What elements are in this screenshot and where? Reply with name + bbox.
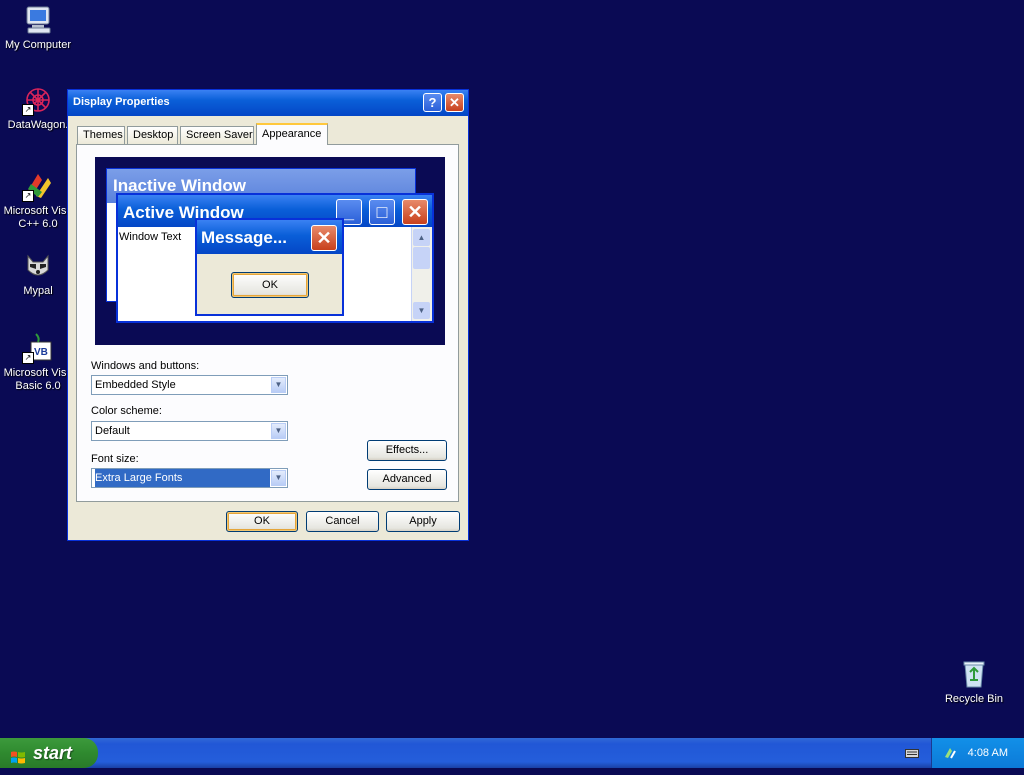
desktop-icon-label: Microsoft Visu	[3, 367, 73, 379]
window-title: Display Properties	[73, 96, 170, 108]
desktop-icon-label: Basic 6.0	[15, 380, 61, 392]
tab-themes[interactable]: Themes	[77, 126, 125, 144]
mypal-raccoon-icon	[22, 250, 54, 282]
windows-buttons-label: Windows and buttons:	[91, 360, 200, 372]
chevron-down-icon[interactable]: ▼	[271, 470, 286, 486]
desktop-icon-label: DataWagon.	[7, 119, 69, 131]
tab-screen-saver[interactable]: Screen Saver	[180, 126, 254, 144]
desktop-icon-visual-basic[interactable]: VB ↗ Microsoft Visu Basic 6.0	[1, 332, 75, 393]
desktop-icon-label: My Computer	[4, 39, 72, 51]
desktop-icon-visual-cpp[interactable]: ↗ Microsoft Visu C++ 6.0	[1, 170, 75, 231]
effects-button[interactable]: Effects...	[367, 440, 447, 461]
windows-buttons-value: Embedded Style	[95, 379, 176, 391]
appearance-preview: Inactive Window Active Window _ □ ✕ Wind…	[95, 157, 445, 345]
appearance-panel: Inactive Window Active Window _ □ ✕ Wind…	[76, 144, 459, 502]
tab-desktop[interactable]: Desktop	[127, 126, 178, 144]
window-titlebar[interactable]: Display Properties ? ✕	[68, 90, 468, 116]
start-label: start	[33, 743, 73, 763]
preview-message-titlebar: Message... ✕	[197, 220, 342, 254]
font-size-value: Extra Large Fonts	[95, 469, 270, 487]
scroll-down-icon: ▼	[413, 302, 430, 319]
font-size-label: Font size:	[91, 453, 139, 465]
recycle-bin-icon	[958, 658, 990, 690]
cancel-button[interactable]: Cancel	[306, 511, 379, 532]
taskbar: start 4:08 AM	[0, 738, 1024, 768]
ok-button[interactable]: OK	[226, 511, 298, 532]
clock: 4:08 AM	[967, 747, 1008, 759]
svg-text:VB: VB	[34, 347, 48, 358]
scroll-up-icon: ▲	[413, 229, 430, 246]
font-size-select[interactable]: Extra Large Fonts ▼	[91, 468, 288, 488]
datawagon-icon: ↗	[22, 84, 54, 116]
desktop-icon-label: C++ 6.0	[18, 218, 58, 230]
visual-cpp-icon: ↗	[22, 170, 54, 202]
tab-appearance[interactable]: Appearance	[256, 123, 328, 145]
desktop-icon-my-computer[interactable]: My Computer	[1, 4, 75, 52]
desktop-icon-label: Microsoft Visu	[3, 205, 73, 217]
network-tray-icon[interactable]	[942, 745, 958, 761]
preview-message-box: Message... ✕ OK	[195, 218, 344, 316]
preview-close-icon: ✕	[402, 199, 428, 225]
preview-maximize-icon: □	[369, 199, 395, 225]
start-button[interactable]: start	[0, 738, 98, 768]
shortcut-arrow-icon: ↗	[22, 352, 34, 364]
keyboard-icon[interactable]	[905, 747, 919, 759]
color-scheme-label: Color scheme:	[91, 405, 162, 417]
preview-message-close-icon: ✕	[311, 225, 337, 251]
desktop-icon-mypal[interactable]: Mypal	[1, 250, 75, 298]
advanced-button[interactable]: Advanced	[367, 469, 447, 490]
desktop-icon-recycle-bin[interactable]: Recycle Bin	[937, 658, 1011, 706]
color-scheme-value: Default	[95, 425, 130, 437]
chevron-down-icon[interactable]: ▼	[271, 377, 286, 393]
preview-message-title: Message...	[201, 228, 287, 247]
visual-basic-icon: VB ↗	[22, 332, 54, 364]
help-button[interactable]: ?	[423, 93, 442, 112]
close-button[interactable]: ✕	[445, 93, 464, 112]
windows-flag-icon	[10, 745, 26, 764]
preview-ok-button: OK	[231, 272, 309, 298]
preview-window-text: Window Text	[119, 231, 182, 243]
computer-icon	[22, 4, 54, 36]
desktop-icon-datawagon[interactable]: ↗ DataWagon.	[1, 84, 75, 132]
scroll-thumb	[413, 247, 430, 269]
desktop-icon-label: Recycle Bin	[944, 693, 1004, 705]
shortcut-arrow-icon: ↗	[22, 104, 34, 116]
desktop-icon-label: Mypal	[23, 285, 53, 297]
color-scheme-select[interactable]: Default ▼	[91, 421, 288, 441]
preview-scrollbar: ▲ ▼	[411, 227, 432, 321]
chevron-down-icon[interactable]: ▼	[271, 423, 286, 439]
system-tray: 4:08 AM	[931, 738, 1024, 768]
apply-button[interactable]: Apply	[386, 511, 460, 532]
windows-buttons-select[interactable]: Embedded Style ▼	[91, 375, 288, 395]
shortcut-arrow-icon: ↗	[22, 190, 34, 202]
display-properties-window: Display Properties ? ✕ Themes Desktop Sc…	[67, 89, 469, 541]
